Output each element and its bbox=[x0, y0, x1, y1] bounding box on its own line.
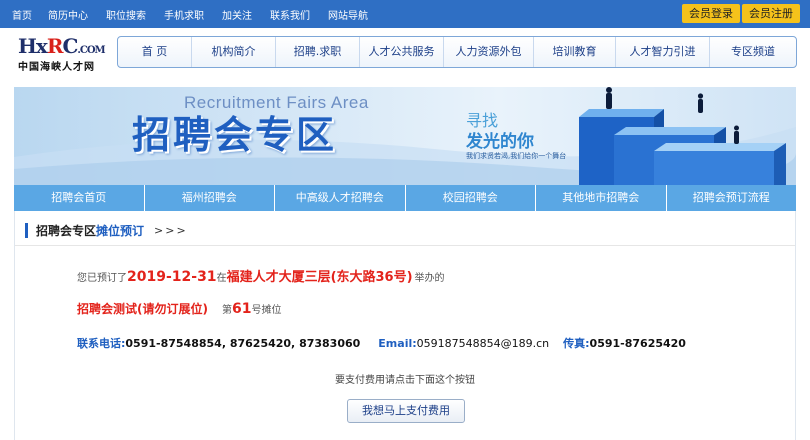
main-nav: 首 页 机构简介 招聘.求职 人才公共服务 人力资源外包 培训教育 人才智力引进… bbox=[117, 36, 797, 68]
member-buttons: 会员登录 会员注册 bbox=[682, 4, 800, 23]
main-nav-home[interactable]: 首 页 bbox=[118, 37, 192, 67]
phone-value: 0591-87548854, 87625420, 87383060 bbox=[125, 337, 361, 350]
main-nav-recruit[interactable]: 招聘.求职 bbox=[276, 37, 360, 67]
fair-sub-nav: 招聘会首页 福州招聘会 中高级人才招聘会 校园招聘会 其他地市招聘会 招聘会预订… bbox=[14, 185, 796, 211]
logo-site-name: 中国海峡人才网 bbox=[18, 62, 95, 73]
top-links: 首页 简历中心 职位搜索 手机求职 加关注 联系我们 网站导航 bbox=[0, 0, 380, 28]
logo-letter-r: R bbox=[46, 34, 64, 58]
member-register-button[interactable]: 会员注册 bbox=[742, 4, 800, 23]
email-value: 059187548854@189.cn bbox=[416, 337, 550, 350]
booth-number: 61 bbox=[231, 301, 252, 317]
logo-letter-h: H bbox=[18, 34, 37, 58]
logo-mark: HxRC.COM bbox=[18, 36, 106, 61]
breadcrumb-arrows: >>> bbox=[154, 223, 188, 237]
fair-title: 招聘会测试(请勿订展位) bbox=[77, 302, 208, 316]
fax-label: 传真: bbox=[563, 337, 590, 350]
sub-nav-fair-home[interactable]: 招聘会首页 bbox=[14, 185, 145, 211]
booking-prefix: 您已预订了 bbox=[77, 273, 127, 284]
banner-slogan-3: 我们求贤若渴,我们给你一个舞台 bbox=[466, 152, 567, 160]
phone-label: 联系电话: bbox=[77, 337, 126, 350]
banner: Recruitment Fairs Area 招聘会专区 寻找 发光的你 我们求… bbox=[14, 87, 796, 185]
booking-at: 在 bbox=[216, 273, 227, 284]
booking-date: 2019-12-31 bbox=[127, 269, 217, 285]
sub-nav-booking-process[interactable]: 招聘会预订流程 bbox=[667, 185, 797, 211]
top-link-sitemap[interactable]: 网站导航 bbox=[328, 7, 380, 22]
top-link-mobile[interactable]: 手机求职 bbox=[164, 7, 216, 22]
main-nav-talent-import[interactable]: 人才智力引进 bbox=[616, 37, 710, 67]
pay-now-button[interactable]: 我想马上支付费用 bbox=[347, 399, 465, 423]
banner-chinese-title: 招聘会专区 bbox=[132, 113, 338, 157]
top-link-home[interactable]: 首页 bbox=[12, 7, 42, 22]
member-login-button[interactable]: 会员登录 bbox=[682, 4, 740, 23]
sub-nav-senior[interactable]: 中高级人才招聘会 bbox=[275, 185, 406, 211]
main-nav-training[interactable]: 培训教育 bbox=[534, 37, 616, 67]
top-link-contact[interactable]: 联系我们 bbox=[270, 7, 322, 22]
fax-value: 0591-87625420 bbox=[589, 337, 686, 350]
sub-nav-other-cities[interactable]: 其他地市招聘会 bbox=[536, 185, 667, 211]
logo-domain: .COM bbox=[77, 45, 105, 56]
divider bbox=[15, 245, 795, 246]
main-nav-channels[interactable]: 专区频道 bbox=[710, 37, 796, 67]
top-link-job-search[interactable]: 职位搜索 bbox=[106, 7, 158, 22]
contact-info: 联系电话: 0591-87548854, 87625420, 87383060 … bbox=[77, 335, 686, 351]
booking-content: 招聘会专区 摊位预订 >>> 您已预订了 2019-12-31 在 福建人才大厦… bbox=[14, 211, 796, 440]
top-bar: 首页 简历中心 职位搜索 手机求职 加关注 联系我们 网站导航 会员登录 会员注… bbox=[0, 0, 810, 28]
main-nav-hr-outsourcing[interactable]: 人力资源外包 bbox=[444, 37, 534, 67]
banner-slogan-2: 发光的你 bbox=[466, 132, 534, 152]
booth-suffix: 号摊位 bbox=[251, 305, 282, 316]
logo-letter-c: C bbox=[62, 34, 78, 58]
booking-location: 福建人才大厦三层(东大路36号) bbox=[226, 270, 413, 285]
site-logo[interactable]: HxRC.COM 中国海峡人才网 bbox=[18, 36, 106, 73]
sub-nav-campus[interactable]: 校园招聘会 bbox=[406, 185, 536, 211]
stairs-graphic bbox=[579, 109, 786, 185]
booth-prefix: 第 bbox=[221, 305, 232, 316]
booking-suffix: 举办的 bbox=[414, 273, 445, 284]
breadcrumb-marker bbox=[25, 222, 28, 238]
top-link-follow[interactable]: 加关注 bbox=[222, 7, 264, 22]
main-nav-about[interactable]: 机构简介 bbox=[192, 37, 276, 67]
main-nav-public-service[interactable]: 人才公共服务 bbox=[360, 37, 444, 67]
booking-summary: 您已预订了 2019-12-31 在 福建人才大厦三层(东大路36号) 举办的 bbox=[77, 266, 445, 285]
breadcrumb-current: 摊位预订 bbox=[96, 223, 145, 238]
sub-nav-fuzhou[interactable]: 福州招聘会 bbox=[145, 185, 275, 211]
payment-tip: 要支付费用请点击下面这个按钮 bbox=[335, 375, 475, 386]
breadcrumb: 招聘会专区 摊位预订 >>> bbox=[25, 221, 188, 239]
booking-fair-line: 招聘会测试(请勿订展位) 第 61 号摊位 bbox=[77, 300, 281, 317]
banner-english-title: Recruitment Fairs Area bbox=[184, 93, 369, 112]
breadcrumb-section[interactable]: 招聘会专区 bbox=[36, 222, 96, 239]
top-link-resume[interactable]: 简历中心 bbox=[48, 7, 100, 22]
logo-letter-x: x bbox=[35, 34, 48, 58]
email-label: Email: bbox=[378, 337, 417, 350]
